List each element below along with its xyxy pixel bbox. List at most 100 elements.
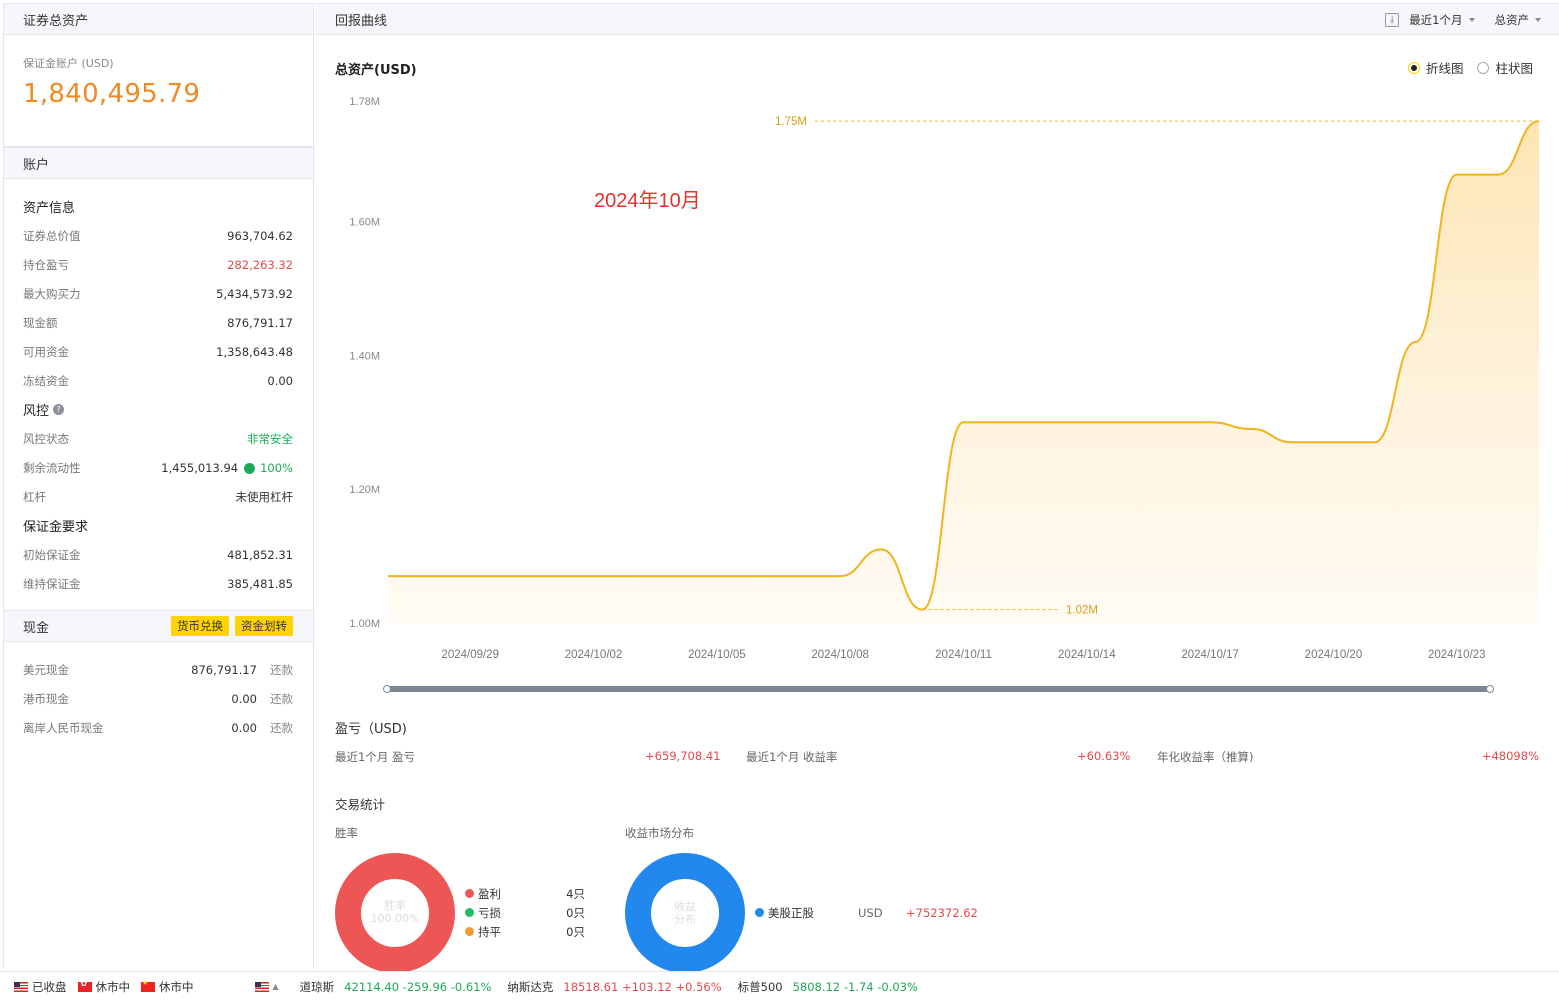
line-chart-option[interactable]: 折线图 <box>1407 58 1463 77</box>
repay-link[interactable]: 还款 <box>270 691 293 707</box>
chart-area-fill <box>388 121 1539 624</box>
market-legend: 美股正股 USD +752372.62 <box>755 903 995 922</box>
market-center-text: 收益 分布 <box>645 900 725 926</box>
asset-row: 可用资金 1,358,643.48 <box>4 337 313 366</box>
pl-title: 盈亏（USD) <box>335 722 407 737</box>
cash-row-label: 离岸人民币现金 <box>23 720 104 735</box>
risk-status-value: 非常安全 <box>247 431 293 446</box>
trade-stats-title: 交易统计 <box>335 797 386 812</box>
margin-row: 初始保证金 481,852.31 <box>4 540 313 569</box>
legend-dot <box>465 908 474 917</box>
cash-section-title: 现金 <box>23 620 50 636</box>
chart-type-toggle: 折线图 柱状图 <box>1394 58 1533 77</box>
range-slider-left-handle[interactable] <box>383 685 391 693</box>
cn-market-status[interactable]: 休市中 <box>141 979 194 995</box>
cash-row: 港币现金 0.00 还款 <box>4 684 313 713</box>
market-select[interactable]: ▲ <box>254 981 279 992</box>
us-market-status[interactable]: 已收盘 <box>14 979 67 995</box>
download-icon[interactable]: ⤓ <box>1385 13 1400 27</box>
repay-link[interactable]: 还款 <box>270 662 293 678</box>
cn-flag-icon <box>141 979 155 992</box>
asset-row-label: 持仓盈亏 <box>23 257 69 272</box>
hk-flag-icon <box>77 979 92 992</box>
cash-row-label: 美元现金 <box>23 662 69 677</box>
bar-chart-option[interactable]: 柱状图 <box>1477 58 1533 77</box>
annualized-value: +48098% <box>1481 749 1539 763</box>
x-tick-label: 2024/10/05 <box>688 649 746 661</box>
range-slider-track[interactable] <box>387 686 1490 692</box>
winrate-center-value: 100.00% <box>370 912 420 925</box>
return-curve-title: 回报曲线 <box>335 13 388 29</box>
legend-label: 持平 <box>478 924 501 939</box>
panel-title: 证券总资产 <box>23 13 89 29</box>
legend-count: 0只 <box>566 924 585 939</box>
x-tick-label: 2024/10/23 <box>1428 649 1486 661</box>
y-tick-label: 1.40M <box>349 350 380 362</box>
index-value: 42114.40 -259.96 -0.61% <box>344 979 492 994</box>
market-center-line2: 分布 <box>674 913 696 926</box>
leverage-value: 未使用杠杆 <box>235 489 294 504</box>
us-flag-icon <box>14 981 28 992</box>
index-name[interactable]: 道琼斯 <box>300 979 335 995</box>
legend-dot <box>465 889 474 898</box>
fund-transfer-button[interactable]: 资金划转 <box>235 616 293 636</box>
asset-row-label: 现金额 <box>23 315 58 330</box>
account-section-header: 账户 <box>4 147 313 179</box>
margin-row-value: 385,481.85 <box>227 576 293 591</box>
pl-month-label: 最近1个月 盈亏 <box>335 750 415 764</box>
legend-count: 0只 <box>566 905 585 920</box>
currency-exchange-button[interactable]: 货币兑换 <box>171 616 229 636</box>
liquidity-pct: 100% <box>260 460 293 475</box>
y-tick-label: 1.20M <box>349 484 380 496</box>
pl-summary-row: 最近1个月 盈亏 +659,708.41 最近1个月 收益率 +60.63% 年… <box>335 749 1539 767</box>
us-market-state: 已收盘 <box>32 979 67 994</box>
market-center-line1: 收益 <box>674 900 696 913</box>
asset-row: 证券总价值 963,704.62 <box>4 221 313 250</box>
min-marker-label: 1.02M <box>1066 605 1098 617</box>
liquidity-value-group: 1,455,013.94 100% <box>161 461 293 475</box>
legend-count: 4只 <box>566 886 585 901</box>
legend-label: 美股正股 <box>768 905 814 920</box>
legend-value: +752372.62 <box>906 905 978 920</box>
index-name[interactable]: 纳斯达克 <box>507 979 553 995</box>
asset-row: 最大购买力 5,434,573.92 <box>4 279 313 308</box>
cash-section-header: 现金 货币兑换 资金划转 <box>4 610 313 642</box>
asset-row-value: 963,704.62 <box>227 228 293 243</box>
index-name[interactable]: 标普500 <box>738 979 783 995</box>
return-curve-header: 回报曲线 ⤓ 最近1个月 总资产 <box>315 3 1559 35</box>
help-icon[interactable]: ? <box>53 404 65 415</box>
total-assets-chart: 1.00M 1.20M 1.40M 1.60M 1.78M 2024/09/29 2024… <box>349 96 1540 693</box>
account-type-label: 保证金账户 (USD) <box>23 57 114 70</box>
radio-selected-icon <box>1407 61 1420 74</box>
x-tick-label: 2024/10/08 <box>811 649 869 661</box>
liquidity-row: 剩余流动性 1,455,013.94 100% <box>4 453 313 482</box>
margin-title: 保证金要求 <box>23 520 89 535</box>
asset-row-value: 876,791.17 <box>227 315 293 330</box>
x-tick-label: 2024/10/17 <box>1181 649 1239 661</box>
asset-row-value: 1,358,643.48 <box>216 344 293 359</box>
margin-row-label: 初始保证金 <box>23 547 81 562</box>
chart-title: 总资产(USD) <box>335 63 417 78</box>
range-slider-right-handle[interactable] <box>1486 685 1494 693</box>
metric-select[interactable]: 总资产 <box>1495 12 1541 28</box>
risk-title-text: 风控 <box>23 404 50 419</box>
hk-market-status[interactable]: 休市中 <box>77 979 130 995</box>
securities-assets-panel: 证券总资产 保证金账户 (USD) 1,840,495.79 账户 资产信息 证… <box>3 3 314 969</box>
liquidity-value: 1,455,013.94 <box>161 460 239 475</box>
return-rate-label: 最近1个月 收益率 <box>746 750 838 764</box>
max-marker-label: 1.75M <box>775 116 807 128</box>
pl-month-value: +659,708.41 <box>645 749 721 763</box>
repay-link[interactable]: 还款 <box>270 720 293 736</box>
legend-dot <box>755 908 764 917</box>
asset-row-label: 最大购买力 <box>23 286 81 301</box>
legend-label: 亏损 <box>478 905 501 920</box>
winrate-center-label: 胜率 <box>384 899 406 912</box>
cash-row: 美元现金 876,791.17 还款 <box>4 655 313 684</box>
x-tick-label: 2024/10/20 <box>1305 649 1363 661</box>
period-select[interactable]: 最近1个月 <box>1409 12 1475 28</box>
x-tick-label: 2024/10/11 <box>935 649 992 661</box>
cash-row: 离岸人民币现金 0.00 还款 <box>4 713 313 742</box>
index-value: 18518.61 +103.12 +0.56% <box>563 979 722 994</box>
asset-row-label: 证券总价值 <box>23 228 81 243</box>
asset-row: 持仓盈亏 282,263.32 <box>4 250 313 279</box>
